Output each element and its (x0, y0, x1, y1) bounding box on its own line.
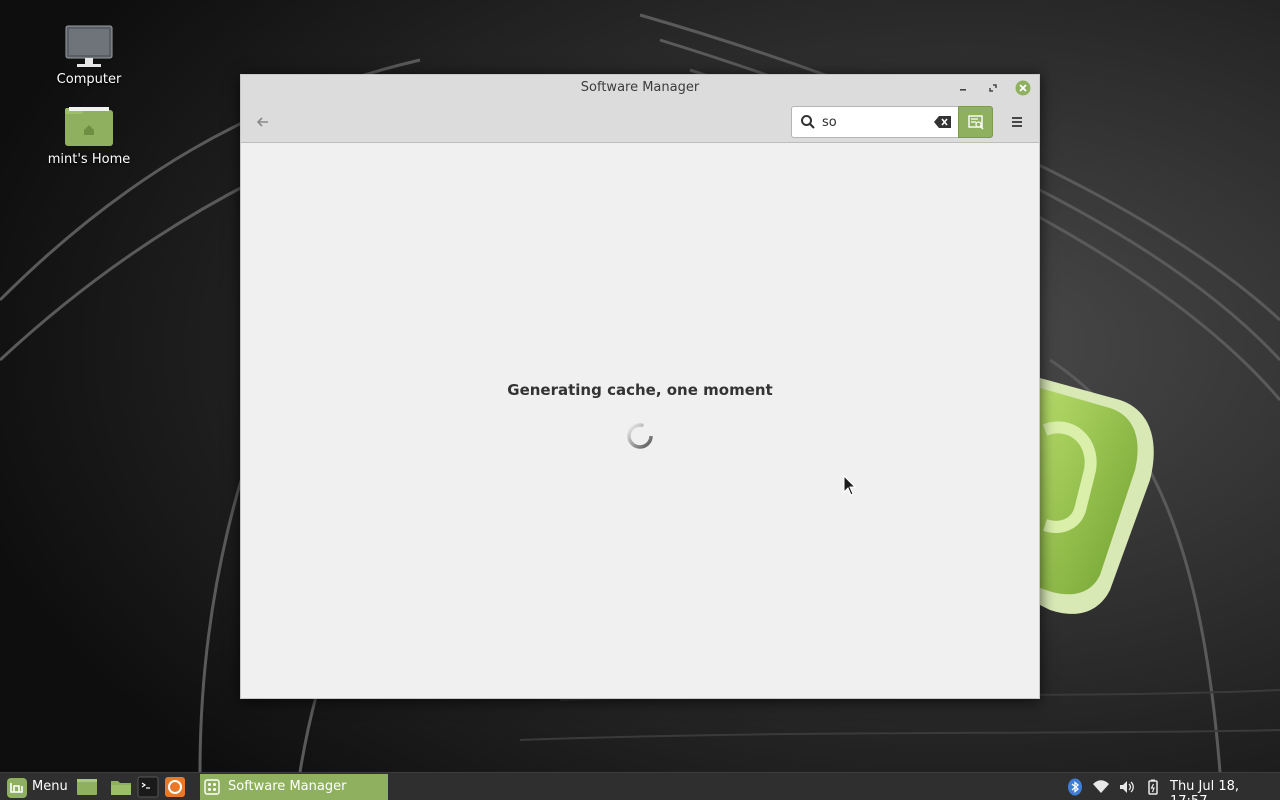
taskbar-item-label: Software Manager (228, 779, 347, 794)
mint-logo-icon (7, 778, 27, 798)
terminal-icon (137, 776, 159, 798)
volume-icon (1120, 781, 1134, 793)
start-menu-button[interactable]: Menu (4, 775, 70, 799)
maximize-icon (989, 84, 997, 92)
search-icon (801, 115, 815, 129)
folder-icon (111, 781, 131, 795)
window-titlebar[interactable]: Software Manager (241, 75, 1039, 102)
close-button[interactable] (1014, 79, 1032, 97)
menu-label: Menu (32, 779, 68, 794)
desktop-icon-label: Computer (56, 72, 122, 87)
arrow-left-icon (256, 117, 268, 127)
window-title: Software Manager (580, 80, 700, 95)
wifi-icon (1093, 780, 1109, 793)
loading-status-text: Generating cache, one moment (507, 381, 773, 399)
bluetooth-icon (1068, 778, 1082, 796)
backspace-clear-icon[interactable] (934, 115, 952, 129)
main-content: Generating cache, one moment (241, 144, 1039, 698)
search-input[interactable] (822, 113, 922, 131)
bluetooth-tray-button[interactable] (1066, 778, 1084, 796)
mouse-cursor-icon (843, 475, 857, 496)
network-tray-button[interactable] (1092, 778, 1110, 796)
minimize-icon (960, 89, 966, 91)
window-toolbar (241, 102, 1039, 143)
desktop-icon-home[interactable]: mint's Home (39, 104, 139, 167)
minimize-button[interactable] (954, 79, 972, 97)
search-in-summary-icon (968, 115, 984, 130)
monitor-icon (39, 24, 139, 70)
desktop-icon-label: mint's Home (47, 152, 131, 167)
close-icon (1015, 80, 1031, 96)
show-desktop-icon (77, 779, 97, 795)
back-button[interactable] (251, 110, 275, 134)
search-field[interactable] (791, 106, 959, 138)
battery-icon (1148, 779, 1158, 795)
software-manager-icon (204, 779, 220, 795)
file-manager-launcher[interactable] (110, 776, 132, 798)
taskbar: Menu Software Manager Thu Jul 18, (0, 772, 1280, 800)
terminal-launcher[interactable] (137, 776, 159, 798)
search-toggle-button[interactable] (958, 106, 993, 138)
app-menu-button[interactable] (1007, 112, 1027, 132)
maximize-button[interactable] (984, 79, 1002, 97)
desktop-icon-computer[interactable]: Computer (39, 24, 139, 87)
power-tray-button[interactable] (1144, 778, 1162, 796)
software-manager-window: Software Manager so Generating cache, on… (240, 74, 1040, 699)
firefox-launcher[interactable] (164, 776, 186, 798)
home-folder-icon (39, 104, 139, 150)
loading-spinner-icon (625, 421, 655, 451)
show-desktop-launcher[interactable] (76, 776, 98, 798)
hamburger-menu-icon (1012, 117, 1022, 127)
volume-tray-button[interactable] (1118, 778, 1136, 796)
taskbar-item-software-manager[interactable]: Software Manager (200, 774, 388, 800)
taskbar-clock[interactable]: Thu Jul 18, 17:57 (1170, 779, 1280, 800)
firefox-icon (165, 777, 185, 797)
